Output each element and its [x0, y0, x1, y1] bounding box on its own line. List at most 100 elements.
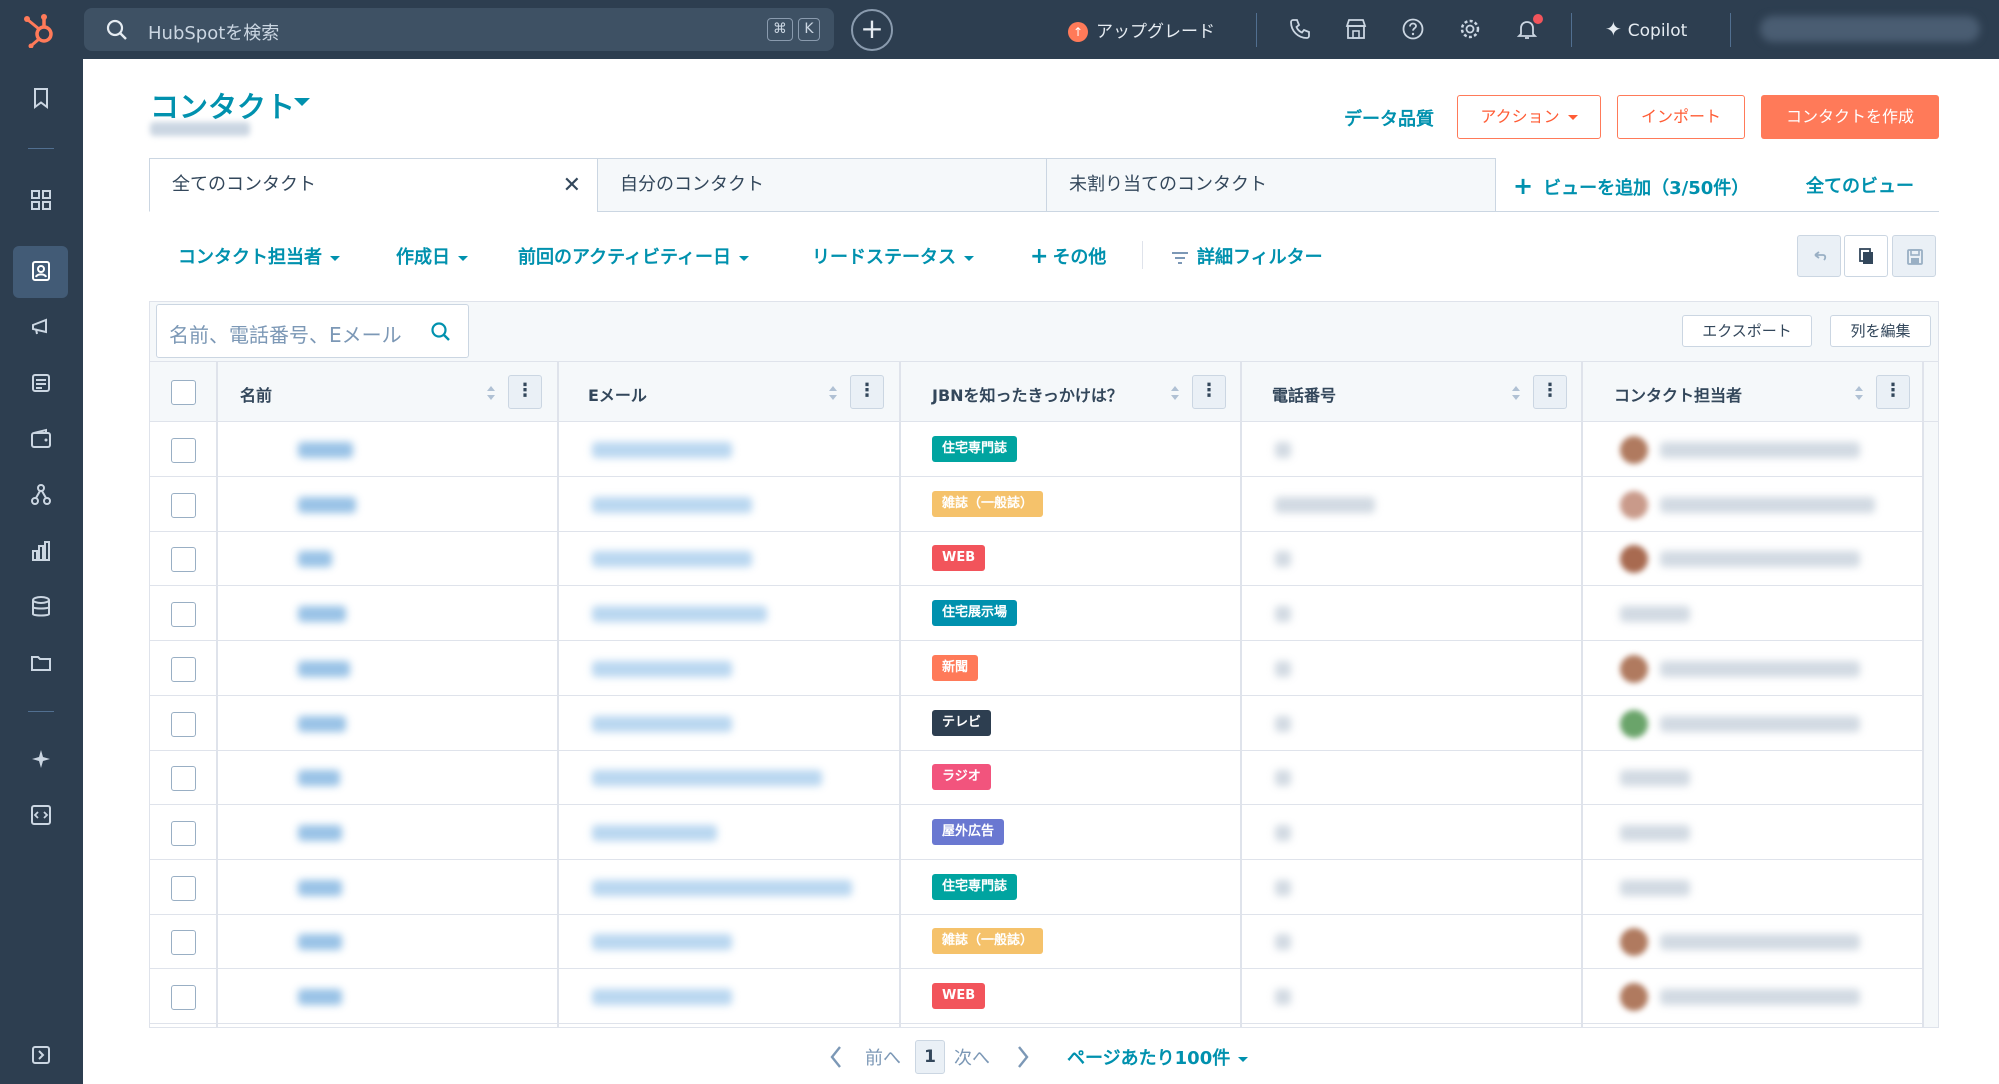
column-header-email[interactable]: Eメール [588, 382, 647, 406]
save-view-button[interactable] [1892, 235, 1936, 277]
import-button[interactable]: インポート [1617, 95, 1745, 139]
table-row[interactable]: 住宅専門誌 [150, 422, 1923, 477]
development-code-icon[interactable] [26, 800, 56, 830]
contact-name-link[interactable] [298, 496, 356, 513]
contact-email-link[interactable] [592, 660, 732, 677]
filter-last-activity-date[interactable]: 前回のアクティビティー日 [518, 243, 749, 269]
column-menu-button[interactable]: ⋮ [1192, 375, 1226, 409]
sales-wallet-icon[interactable] [26, 424, 56, 454]
row-checkbox[interactable] [171, 438, 196, 463]
contact-email-link[interactable] [592, 989, 732, 1005]
copilot-button[interactable]: ✦ Copilot [1605, 17, 1687, 41]
marketing-megaphone-icon[interactable] [26, 312, 56, 342]
contacts-icon[interactable] [26, 256, 56, 286]
contact-email-link[interactable] [592, 934, 732, 951]
next-page-button[interactable]: 次へ [954, 1044, 990, 1070]
automation-icon[interactable] [26, 480, 56, 510]
sort-icon[interactable] [828, 384, 838, 402]
edit-columns-button[interactable]: 列を編集 [1830, 315, 1931, 347]
workspaces-grid-icon[interactable] [26, 185, 56, 215]
contact-name-link[interactable] [298, 989, 342, 1005]
contact-email-link[interactable] [592, 496, 752, 513]
column-menu-button[interactable]: ⋮ [1876, 375, 1910, 409]
row-checkbox[interactable] [171, 656, 196, 682]
advanced-filters-button[interactable]: 詳細フィルター [1171, 243, 1323, 269]
sort-icon[interactable] [1511, 384, 1521, 402]
row-checkbox[interactable] [171, 985, 196, 1010]
create-contact-button[interactable]: コンタクトを作成 [1761, 95, 1939, 139]
sort-icon[interactable] [486, 384, 496, 402]
filter-lead-status[interactable]: リードステータス [812, 243, 974, 269]
contact-name-link[interactable] [298, 442, 353, 458]
actions-button[interactable]: アクション [1457, 95, 1601, 139]
table-row[interactable]: 住宅展示場 [150, 586, 1923, 642]
contact-name-link[interactable] [298, 551, 332, 568]
column-menu-button[interactable]: ⋮ [508, 375, 542, 409]
contact-email-link[interactable] [592, 824, 717, 841]
sort-icon[interactable] [1170, 384, 1180, 402]
column-header-phone[interactable]: 電話番号 [1272, 382, 1336, 406]
column-header-how-found-jbn[interactable]: JBNを知ったきっかけは？ [932, 382, 1123, 406]
table-row[interactable]: 住宅専門誌 [150, 860, 1923, 915]
title-chevron-down-icon[interactable] [294, 98, 310, 106]
help-icon[interactable] [1401, 17, 1425, 41]
filter-contact-owner[interactable]: コンタクト担当者 [178, 243, 340, 269]
library-folder-icon[interactable] [26, 648, 56, 678]
table-row[interactable]: 雑誌（一般誌） [150, 477, 1923, 532]
row-checkbox[interactable] [171, 820, 196, 846]
contact-name-link[interactable] [298, 934, 342, 951]
close-icon[interactable]: ✕ [563, 160, 581, 212]
add-view-button[interactable]: + ビューを追加（3/50件） [1513, 172, 1749, 200]
column-header-contact-owner[interactable]: コンタクト担当者 [1614, 382, 1742, 406]
table-row[interactable]: 新聞 [150, 641, 1923, 696]
table-search-input[interactable]: 名前、電話番号、Eメール [156, 304, 469, 358]
contact-email-link[interactable] [592, 551, 752, 568]
contact-email-link[interactable] [592, 442, 732, 458]
table-row[interactable]: 雑誌（一般誌） [150, 914, 1923, 970]
row-checkbox[interactable] [171, 875, 196, 901]
tab-unassigned-contacts[interactable]: 未割り当てのコンタクト [1046, 158, 1496, 212]
row-checkbox[interactable] [171, 602, 196, 628]
tab-my-contacts[interactable]: 自分のコンタクト [597, 158, 1047, 212]
upgrade-button[interactable]: ↑ アップグレード [1068, 17, 1215, 42]
select-all-checkbox[interactable] [171, 380, 196, 405]
contact-email-link[interactable] [592, 770, 822, 787]
reporting-chart-icon[interactable] [26, 536, 56, 566]
contact-name-link[interactable] [298, 715, 346, 732]
per-page-select[interactable]: ページあたり100件 [1067, 1044, 1249, 1070]
contact-name-link[interactable] [298, 770, 340, 787]
clone-view-button[interactable] [1844, 235, 1888, 277]
settings-gear-icon[interactable] [1458, 17, 1482, 41]
filter-more[interactable]: + その他 [1030, 243, 1106, 269]
contact-email-link[interactable] [592, 606, 767, 623]
page-title[interactable]: コンタクト [150, 84, 295, 126]
contact-name-link[interactable] [298, 606, 346, 623]
sort-icon[interactable] [1854, 384, 1864, 402]
row-checkbox[interactable] [171, 547, 196, 573]
contact-email-link[interactable] [592, 715, 732, 732]
row-checkbox[interactable] [171, 930, 196, 956]
hubspot-logo-icon[interactable] [20, 12, 58, 48]
data-management-database-icon[interactable] [26, 592, 56, 622]
table-row[interactable]: WEB [150, 969, 1923, 1024]
breeze-ai-sparkle-icon[interactable] [26, 744, 56, 774]
account-menu[interactable] [1760, 16, 1980, 42]
expand-sidebar-icon[interactable] [26, 1040, 56, 1070]
previous-page-button[interactable]: 前へ [865, 1044, 901, 1070]
table-row[interactable]: テレビ [150, 696, 1923, 751]
bookmark-icon[interactable] [26, 83, 56, 113]
create-new-button[interactable]: + [851, 9, 893, 51]
row-checkbox[interactable] [171, 766, 196, 792]
row-checkbox[interactable] [171, 711, 196, 737]
chevron-right-icon[interactable] [1015, 1044, 1031, 1070]
table-row[interactable]: WEB [150, 531, 1923, 587]
filter-create-date[interactable]: 作成日 [396, 243, 468, 269]
row-checkbox[interactable] [171, 492, 196, 518]
undo-button[interactable] [1797, 235, 1841, 277]
table-row[interactable]: 屋外広告 [150, 805, 1923, 860]
chevron-left-icon[interactable] [828, 1044, 844, 1070]
marketplace-icon[interactable] [1344, 17, 1368, 41]
tab-all-contacts[interactable]: 全てのコンタクト ✕ [149, 158, 598, 212]
all-views-link[interactable]: 全てのビュー [1806, 172, 1914, 198]
table-row[interactable]: ラジオ [150, 750, 1923, 806]
